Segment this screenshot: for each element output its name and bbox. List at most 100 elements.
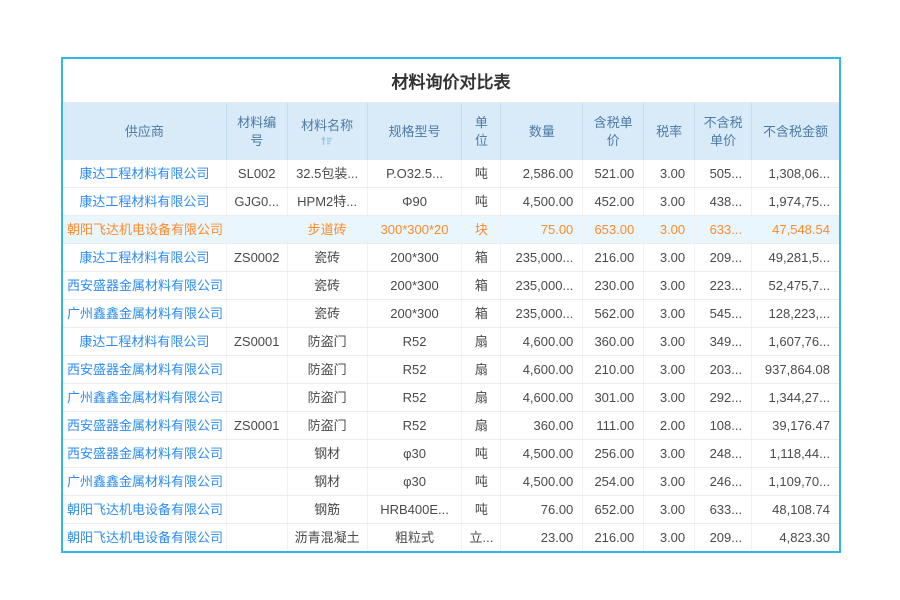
- supplier-link[interactable]: 西安盛器金属材料有限公司: [63, 412, 227, 439]
- cell-spec: R52: [368, 384, 463, 411]
- supplier-link[interactable]: 西安盛器金属材料有限公司: [63, 272, 227, 299]
- supplier-link[interactable]: 康达工程材料有限公司: [63, 188, 227, 215]
- column-header-material_name[interactable]: 材料名称: [288, 103, 368, 160]
- cell-spec: 粗粒式: [368, 524, 463, 551]
- cell-amount_no_tax: 1,118,44...: [752, 440, 839, 467]
- cell-quantity: 235,000...: [501, 300, 583, 327]
- cell-spec: HRB400E...: [368, 496, 463, 523]
- cell-price_with_tax: 111.00: [583, 412, 644, 439]
- table-row[interactable]: 广州鑫鑫金属材料有限公司钢材φ30吨4,500.00254.003.00246.…: [63, 467, 839, 495]
- cell-unit: 块: [462, 216, 501, 243]
- supplier-link[interactable]: 西安盛器金属材料有限公司: [63, 440, 227, 467]
- cell-quantity: 23.00: [501, 524, 583, 551]
- cell-spec: 200*300: [368, 272, 463, 299]
- table-row[interactable]: 西安盛器金属材料有限公司ZS0001防盗门R52扇360.00111.002.0…: [63, 411, 839, 439]
- table-row[interactable]: 西安盛器金属材料有限公司防盗门R52扇4,600.00210.003.00203…: [63, 355, 839, 383]
- table-row[interactable]: 西安盛器金属材料有限公司瓷砖200*300箱235,000...230.003.…: [63, 271, 839, 299]
- cell-unit: 吨: [462, 440, 501, 467]
- cell-material_no: [227, 300, 288, 327]
- column-header-label: 单位: [468, 114, 494, 149]
- cell-material_name: 步道砖: [288, 216, 368, 243]
- cell-material_no: [227, 468, 288, 495]
- supplier-link[interactable]: 康达工程材料有限公司: [63, 244, 227, 271]
- supplier-link[interactable]: 广州鑫鑫金属材料有限公司: [63, 300, 227, 327]
- cell-amount_no_tax: 128,223,...: [752, 300, 839, 327]
- cell-material_name: 瓷砖: [288, 244, 368, 271]
- cell-spec: φ30: [368, 468, 463, 495]
- cell-amount_no_tax: 937,864.08: [752, 356, 839, 383]
- cell-price_no_tax: 203...: [695, 356, 752, 383]
- cell-unit: 立...: [462, 524, 501, 551]
- cell-amount_no_tax: 1,344,27...: [752, 384, 839, 411]
- cell-material_name: 防盗门: [288, 356, 368, 383]
- cell-material_no: [227, 440, 288, 467]
- table-row[interactable]: 康达工程材料有限公司SL00232.5包装...P.O32.5...吨2,586…: [63, 160, 839, 187]
- cell-quantity: 4,600.00: [501, 328, 583, 355]
- supplier-link[interactable]: 广州鑫鑫金属材料有限公司: [63, 468, 227, 495]
- cell-price_no_tax: 209...: [695, 244, 752, 271]
- page-title: 材料询价对比表: [63, 59, 839, 103]
- supplier-link[interactable]: 康达工程材料有限公司: [63, 328, 227, 355]
- cell-spec: 300*300*20: [368, 216, 463, 243]
- cell-unit: 扇: [462, 356, 501, 383]
- cell-material_no: [227, 216, 288, 243]
- cell-spec: Φ90: [368, 188, 463, 215]
- cell-unit: 吨: [462, 496, 501, 523]
- cell-price_with_tax: 452.00: [583, 188, 644, 215]
- table-row[interactable]: 广州鑫鑫金属材料有限公司防盗门R52扇4,600.00301.003.00292…: [63, 383, 839, 411]
- column-header-amount_no_tax[interactable]: 不含税金额: [752, 103, 839, 160]
- cell-amount_no_tax: 4,823.30: [752, 524, 839, 551]
- cell-price_no_tax: 223...: [695, 272, 752, 299]
- table-row[interactable]: 广州鑫鑫金属材料有限公司瓷砖200*300箱235,000...562.003.…: [63, 299, 839, 327]
- cell-material_no: [227, 524, 288, 551]
- cell-price_no_tax: 248...: [695, 440, 752, 467]
- cell-material_no: [227, 384, 288, 411]
- supplier-link[interactable]: 朝阳飞达机电设备有限公司: [63, 216, 227, 243]
- cell-spec: 200*300: [368, 300, 463, 327]
- supplier-link[interactable]: 西安盛器金属材料有限公司: [63, 356, 227, 383]
- column-header-price_no_tax[interactable]: 不含税单价: [695, 103, 752, 160]
- cell-price_no_tax: 246...: [695, 468, 752, 495]
- column-header-material_no[interactable]: 材料编号: [227, 103, 288, 160]
- cell-tax_rate: 3.00: [644, 160, 695, 187]
- column-header-tax_rate[interactable]: 税率: [644, 103, 695, 160]
- column-header-spec[interactable]: 规格型号: [368, 103, 463, 160]
- cell-quantity: 360.00: [501, 412, 583, 439]
- cell-material_no: [227, 356, 288, 383]
- column-header-unit[interactable]: 单位: [462, 103, 501, 160]
- table-row[interactable]: 朝阳飞达机电设备有限公司步道砖300*300*20块75.00653.003.0…: [63, 215, 839, 243]
- table-row[interactable]: 康达工程材料有限公司ZS0001防盗门R52扇4,600.00360.003.0…: [63, 327, 839, 355]
- supplier-link[interactable]: 广州鑫鑫金属材料有限公司: [63, 384, 227, 411]
- cell-amount_no_tax: 1,308,06...: [752, 160, 839, 187]
- supplier-link[interactable]: 朝阳飞达机电设备有限公司: [63, 496, 227, 523]
- cell-price_no_tax: 633...: [695, 216, 752, 243]
- cell-tax_rate: 3.00: [644, 300, 695, 327]
- cell-quantity: 76.00: [501, 496, 583, 523]
- cell-material_name: 防盗门: [288, 384, 368, 411]
- table-row[interactable]: 朝阳飞达机电设备有限公司钢筋HRB400E...吨76.00652.003.00…: [63, 495, 839, 523]
- supplier-link[interactable]: 康达工程材料有限公司: [63, 160, 227, 187]
- cell-price_no_tax: 633...: [695, 496, 752, 523]
- column-header-label: 供应商: [125, 123, 164, 141]
- cell-price_no_tax: 545...: [695, 300, 752, 327]
- table-row[interactable]: 康达工程材料有限公司GJG0...HPM2特...Φ90吨4,500.00452…: [63, 187, 839, 215]
- table-row[interactable]: 康达工程材料有限公司ZS0002瓷砖200*300箱235,000...216.…: [63, 243, 839, 271]
- supplier-link[interactable]: 朝阳飞达机电设备有限公司: [63, 524, 227, 551]
- cell-unit: 吨: [462, 160, 501, 187]
- cell-price_no_tax: 292...: [695, 384, 752, 411]
- column-header-label: 材料编号: [233, 114, 281, 149]
- cell-price_no_tax: 209...: [695, 524, 752, 551]
- table-row[interactable]: 朝阳飞达机电设备有限公司沥青混凝土粗粒式立...23.00216.003.002…: [63, 523, 839, 551]
- column-header-supplier[interactable]: 供应商: [63, 103, 227, 160]
- sort-icon[interactable]: [321, 136, 333, 146]
- cell-spec: R52: [368, 412, 463, 439]
- cell-quantity: 235,000...: [501, 272, 583, 299]
- cell-spec: R52: [368, 356, 463, 383]
- column-header-quantity[interactable]: 数量: [501, 103, 583, 160]
- cell-unit: 吨: [462, 468, 501, 495]
- table-row[interactable]: 西安盛器金属材料有限公司钢材φ30吨4,500.00256.003.00248.…: [63, 439, 839, 467]
- cell-material_no: GJG0...: [227, 188, 288, 215]
- cell-material_name: 钢筋: [288, 496, 368, 523]
- column-header-label: 数量: [529, 123, 555, 141]
- column-header-price_with_tax[interactable]: 含税单价: [583, 103, 644, 160]
